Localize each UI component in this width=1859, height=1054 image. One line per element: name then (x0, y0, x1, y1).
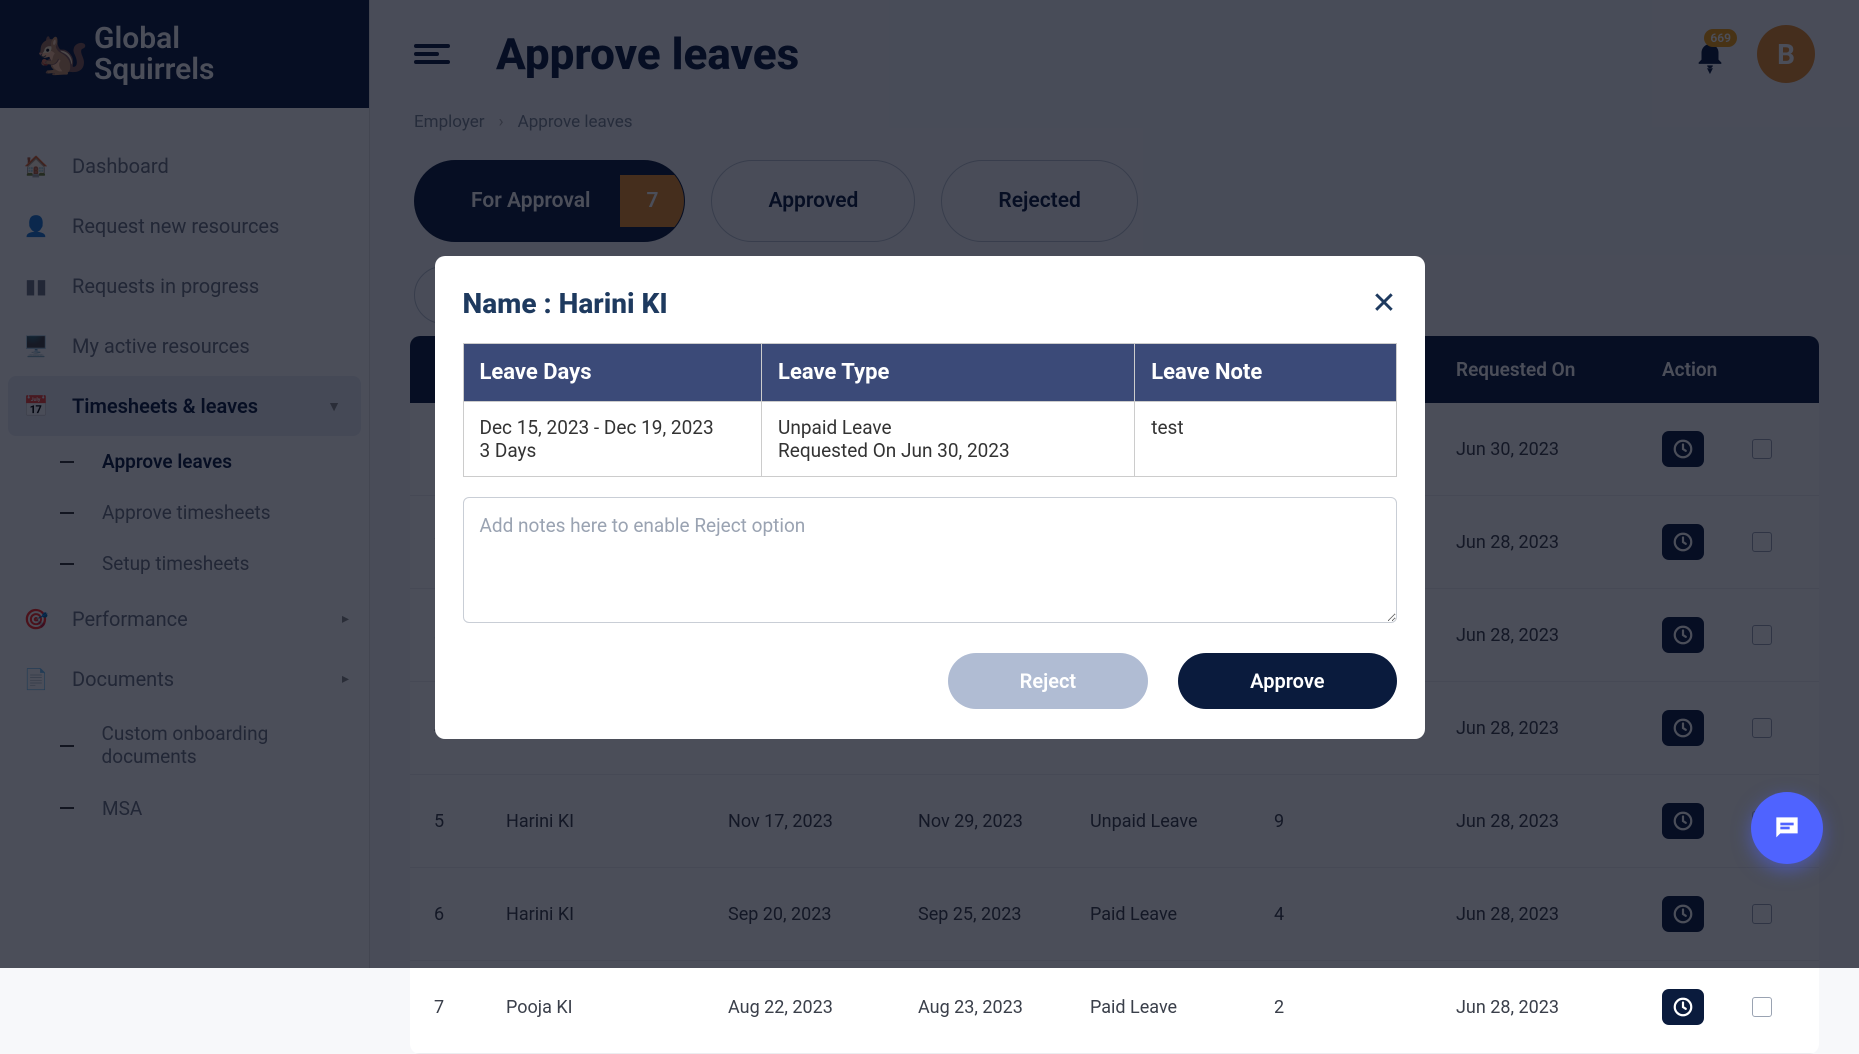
leave-requested-on: Requested On Jun 30, 2023 (778, 439, 1118, 462)
cell-no: 7 (434, 997, 506, 1018)
cell-type: Paid Leave (1090, 997, 1274, 1018)
reject-button[interactable]: Reject (948, 653, 1148, 709)
chat-fab[interactable] (1751, 792, 1823, 864)
leave-detail-modal: Name : Harini KI ✕ Leave Days Leave Type… (435, 256, 1425, 739)
clock-icon (1672, 996, 1694, 1018)
modal-overlay[interactable]: Name : Harini KI ✕ Leave Days Leave Type… (0, 0, 1859, 968)
row-checkbox[interactable] (1752, 997, 1772, 1017)
leave-type: Unpaid Leave (778, 416, 1118, 439)
cell-name: Pooja KI (506, 997, 728, 1018)
modal-header: Name : Harini KI ✕ (463, 286, 1397, 321)
cell-action (1662, 989, 1795, 1025)
close-icon: ✕ (1371, 286, 1396, 321)
modal-actions: Reject Approve (463, 653, 1397, 709)
reject-notes-input[interactable] (463, 497, 1397, 623)
mth-note: Leave Note (1135, 344, 1396, 402)
leave-detail-table: Leave Days Leave Type Leave Note Dec 15,… (463, 343, 1397, 477)
mth-type: Leave Type (762, 344, 1135, 402)
view-leave-button[interactable] (1662, 989, 1704, 1025)
table-row: 7Pooja KIAug 22, 2023Aug 23, 2023Paid Le… (410, 961, 1819, 1054)
mth-days: Leave Days (463, 344, 762, 402)
modal-title: Name : Harini KI (463, 287, 668, 320)
chat-icon (1771, 812, 1803, 844)
cell-to: Aug 23, 2023 (918, 997, 1090, 1018)
mtd-days: Dec 15, 2023 - Dec 19, 2023 3 Days (463, 402, 762, 477)
cell-requested: Jun 28, 2023 (1456, 997, 1662, 1018)
approve-button[interactable]: Approve (1178, 653, 1396, 709)
close-button[interactable]: ✕ (1371, 286, 1396, 321)
cell-days: 2 (1274, 997, 1456, 1018)
leave-range: Dec 15, 2023 - Dec 19, 2023 (480, 416, 746, 439)
cell-from: Aug 22, 2023 (728, 997, 918, 1018)
mtd-type: Unpaid Leave Requested On Jun 30, 2023 (762, 402, 1135, 477)
mtd-note: test (1135, 402, 1396, 477)
leave-day-count: 3 Days (480, 439, 746, 462)
